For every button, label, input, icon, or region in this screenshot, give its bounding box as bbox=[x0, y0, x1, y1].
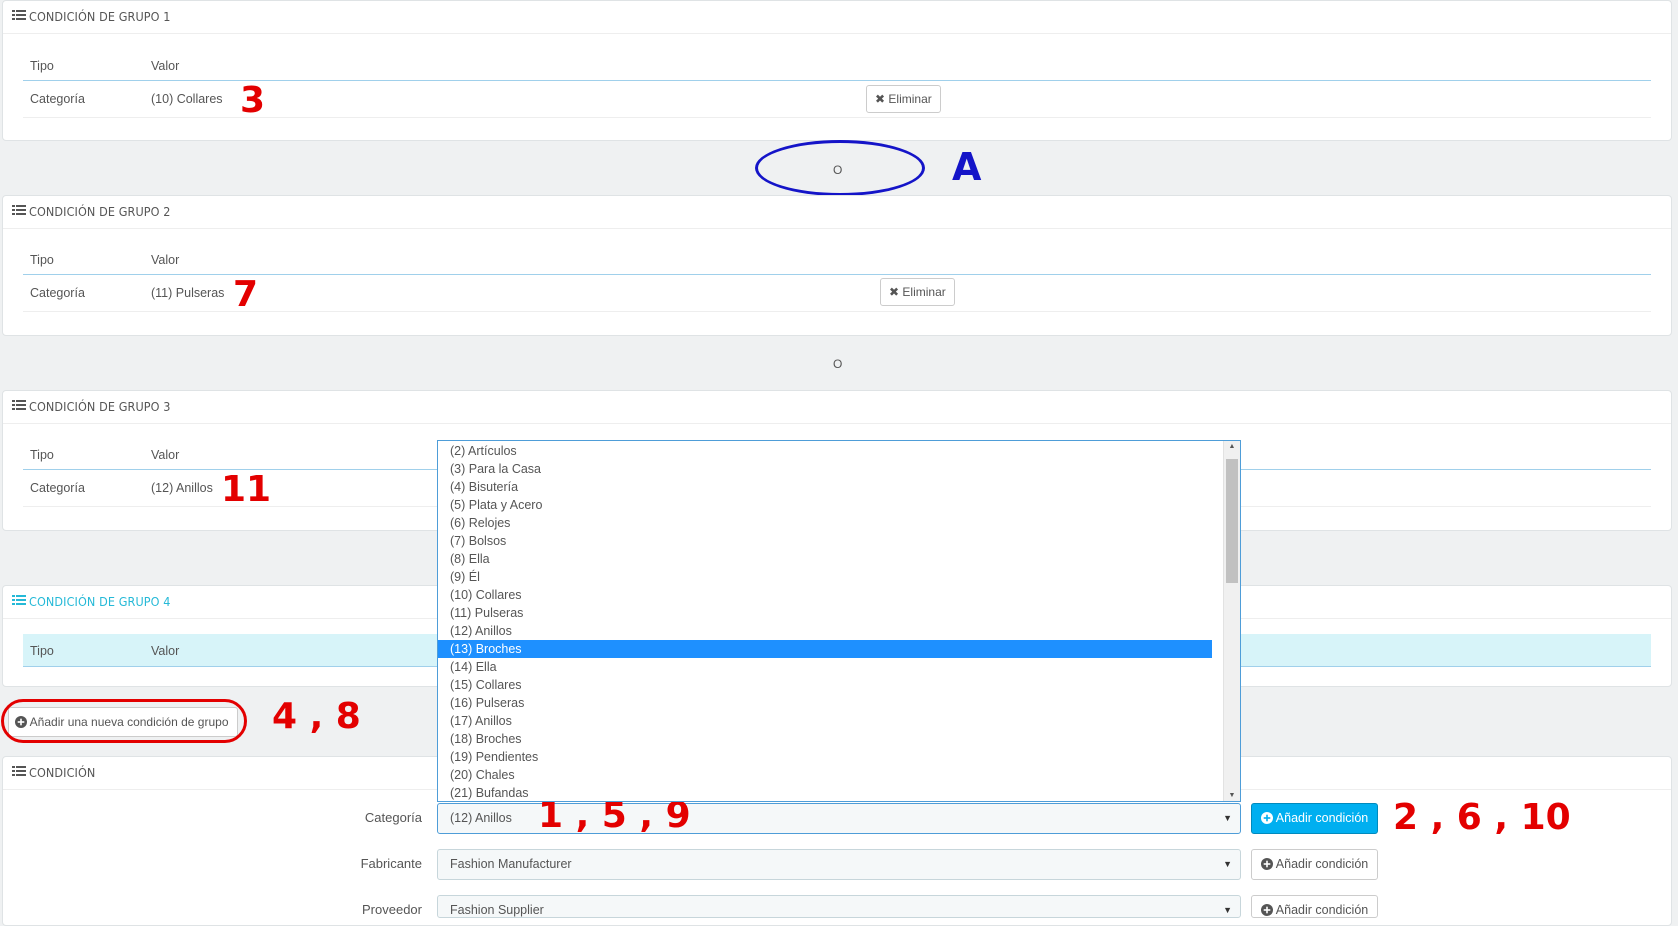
add-category-condition-button[interactable]: Añadir condición bbox=[1251, 803, 1379, 834]
supplier-label: Proveedor bbox=[362, 902, 422, 917]
annotation-4-8: 4 , 8 bbox=[272, 696, 361, 737]
dropdown-option[interactable]: (8) Ella bbox=[438, 550, 1212, 568]
row-type: Categoría bbox=[30, 92, 85, 106]
group-1-table-header: Tipo Valor bbox=[23, 50, 1651, 81]
category-dropdown-list[interactable]: (2) Artículos (3) Para la Casa (4) Bisuter… bbox=[437, 440, 1241, 802]
manufacturer-label: Fabricante bbox=[360, 856, 422, 871]
annotation-ring-red bbox=[1, 699, 247, 743]
col-value: Valor bbox=[151, 59, 180, 73]
manufacturer-select[interactable]: Fashion Manufacturer ▼ bbox=[437, 849, 1241, 880]
dropdown-option[interactable]: (11) Pulseras bbox=[438, 604, 1212, 622]
dropdown-option[interactable]: (5) Plata y Acero bbox=[438, 496, 1212, 514]
row-value: (11) Pulseras bbox=[151, 286, 225, 300]
supplier-select-value: Fashion Supplier bbox=[450, 903, 544, 917]
dropdown-option[interactable]: (20) Chales bbox=[438, 766, 1212, 784]
times-icon: ✖ bbox=[889, 285, 900, 299]
plus-circle-icon bbox=[1261, 811, 1273, 824]
annotation-2-6-10: 2 , 6 , 10 bbox=[1393, 797, 1571, 838]
scroll-up-icon[interactable]: ▲ bbox=[1224, 443, 1240, 450]
dropdown-option[interactable]: (14) Ella bbox=[438, 658, 1212, 676]
dropdown-option[interactable]: (21) Bufandas bbox=[438, 784, 1212, 801]
col-type: Tipo bbox=[30, 448, 54, 462]
dropdown-option[interactable]: (10) Collares bbox=[438, 586, 1212, 604]
dropdown-option[interactable]: (18) Broches bbox=[438, 730, 1212, 748]
group-2-title: CONDICIÓN DE GRUPO 2 bbox=[29, 204, 171, 219]
group-3-title: CONDICIÓN DE GRUPO 3 bbox=[29, 399, 171, 414]
plus-circle-icon bbox=[1261, 857, 1273, 870]
add-supplier-condition-button[interactable]: Añadir condición bbox=[1251, 895, 1379, 918]
list-icon bbox=[12, 766, 26, 776]
col-value: Valor bbox=[151, 448, 180, 462]
annotation-a: A bbox=[952, 145, 982, 189]
col-value: Valor bbox=[151, 644, 180, 658]
times-icon: ✖ bbox=[875, 92, 886, 106]
delete-button[interactable]: ✖ Eliminar bbox=[866, 85, 941, 113]
caret-down-icon: ▼ bbox=[1223, 813, 1232, 823]
scrollbar-thumb[interactable] bbox=[1226, 459, 1238, 583]
col-type: Tipo bbox=[30, 59, 54, 73]
caret-down-icon: ▼ bbox=[1223, 905, 1232, 915]
annotation-11: 11 bbox=[221, 469, 272, 510]
manufacturer-select-value: Fashion Manufacturer bbox=[450, 857, 572, 871]
group-1-header: CONDICIÓN DE GRUPO 1 bbox=[3, 1, 1671, 34]
dropdown-option[interactable]: (6) Relojes bbox=[438, 514, 1212, 532]
group-1-title: CONDICIÓN DE GRUPO 1 bbox=[29, 9, 171, 24]
group-2-header: CONDICIÓN DE GRUPO 2 bbox=[3, 196, 1671, 229]
condition-title: CONDICIÓN bbox=[29, 765, 96, 780]
dropdown-option[interactable]: (3) Para la Casa bbox=[438, 460, 1212, 478]
dropdown-option[interactable]: (16) Pulseras bbox=[438, 694, 1212, 712]
annotation-7: 7 bbox=[233, 274, 259, 315]
scroll-down-icon[interactable]: ▼ bbox=[1224, 792, 1240, 799]
table-row: Categoría (10) Collares ✖ Eliminar bbox=[23, 81, 1651, 118]
col-type: Tipo bbox=[30, 644, 54, 658]
row-value: (12) Anillos bbox=[151, 481, 213, 495]
dropdown-option[interactable]: (2) Artículos bbox=[438, 442, 1212, 460]
dropdown-option[interactable]: (9) Él bbox=[438, 568, 1212, 586]
or-separator: O bbox=[833, 357, 843, 371]
plus-circle-icon bbox=[1261, 903, 1273, 916]
col-value: Valor bbox=[151, 253, 180, 267]
row-type: Categoría bbox=[30, 481, 85, 495]
supplier-select[interactable]: Fashion Supplier ▼ bbox=[437, 895, 1241, 918]
delete-button[interactable]: ✖ Eliminar bbox=[880, 278, 955, 306]
dropdown-option[interactable]: (17) Anillos bbox=[438, 712, 1212, 730]
table-row: Categoría (11) Pulseras ✖ Eliminar bbox=[23, 275, 1651, 312]
group-3-header: CONDICIÓN DE GRUPO 3 bbox=[3, 391, 1671, 424]
row-value: (10) Collares bbox=[151, 92, 223, 106]
list-icon bbox=[12, 205, 26, 215]
dropdown-option[interactable]: (13) Broches bbox=[438, 640, 1212, 658]
dropdown-option[interactable]: (12) Anillos bbox=[438, 622, 1212, 640]
list-icon bbox=[12, 595, 26, 605]
dropdown-option[interactable]: (7) Bolsos bbox=[438, 532, 1212, 550]
category-label: Categoría bbox=[364, 810, 422, 825]
annotation-ring-blue bbox=[755, 140, 925, 196]
col-type: Tipo bbox=[30, 253, 54, 267]
list-icon bbox=[12, 400, 26, 410]
group-2-table-header: Tipo Valor bbox=[23, 244, 1651, 275]
dropdown-option[interactable]: (4) Bisutería bbox=[438, 478, 1212, 496]
add-manufacturer-condition-button[interactable]: Añadir condición bbox=[1251, 849, 1379, 880]
row-type: Categoría bbox=[30, 286, 85, 300]
list-icon bbox=[12, 10, 26, 20]
dropdown-option[interactable]: (19) Pendientes bbox=[438, 748, 1212, 766]
group-4-title: CONDICIÓN DE GRUPO 4 bbox=[29, 594, 171, 609]
dropdown-option[interactable]: (15) Collares bbox=[438, 676, 1212, 694]
category-select-value: (12) Anillos bbox=[450, 811, 512, 825]
dropdown-scrollbar[interactable]: ▲ ▼ bbox=[1223, 441, 1240, 801]
caret-down-icon: ▼ bbox=[1223, 859, 1232, 869]
annotation-3: 3 bbox=[240, 80, 266, 121]
